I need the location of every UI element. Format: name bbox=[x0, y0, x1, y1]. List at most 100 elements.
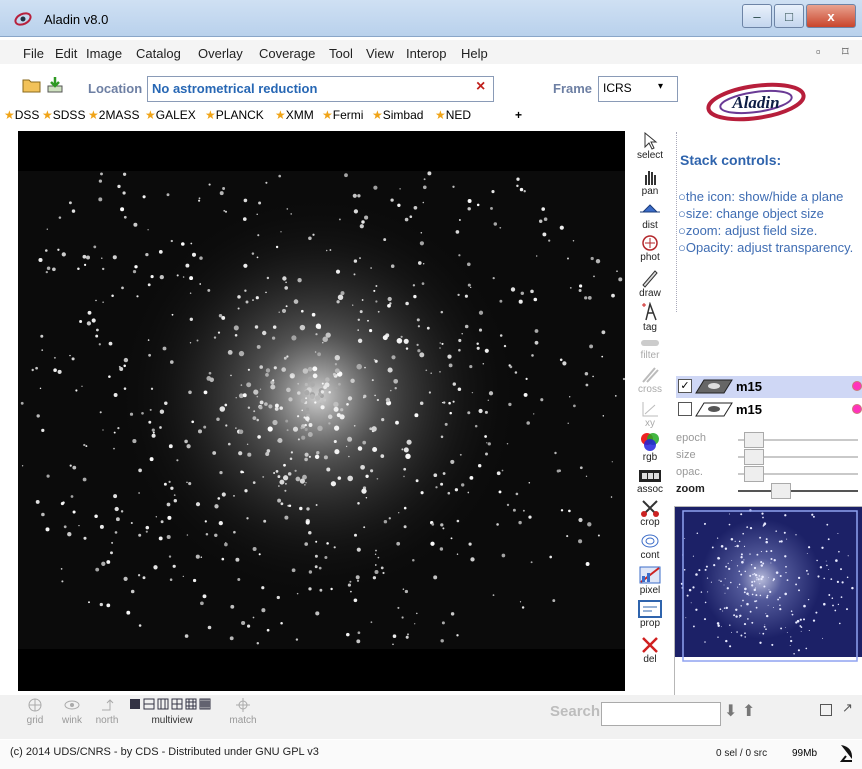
thumbnail-star bbox=[730, 538, 734, 541]
menu-interop[interactable]: Interop bbox=[406, 46, 446, 61]
star bbox=[396, 338, 403, 344]
slider-knob[interactable] bbox=[771, 483, 791, 499]
prop-tool[interactable]: prop bbox=[630, 600, 670, 629]
menu-file[interactable]: File bbox=[23, 46, 44, 61]
star bbox=[138, 492, 140, 494]
open-folder-icon[interactable] bbox=[22, 76, 42, 94]
svg-text:Aladin: Aladin bbox=[731, 93, 779, 112]
draw-tool[interactable]: draw bbox=[630, 268, 670, 299]
chevron-down-icon[interactable]: ▾ bbox=[658, 81, 663, 92]
epoch-slider[interactable]: epoch bbox=[676, 432, 858, 448]
slider-knob[interactable] bbox=[743, 432, 764, 448]
delete-tool[interactable]: del bbox=[630, 636, 670, 665]
thumbnail-star bbox=[817, 575, 820, 578]
star bbox=[94, 514, 98, 518]
thumbnail-star bbox=[713, 563, 716, 567]
close-button[interactable]: x bbox=[806, 4, 856, 28]
menu-view[interactable]: View bbox=[366, 46, 394, 61]
star bbox=[241, 620, 246, 626]
survey-planck[interactable]: ★PLANCK bbox=[205, 108, 264, 122]
survey-sdss[interactable]: ★SDSS bbox=[42, 108, 85, 122]
thumbnail-star bbox=[763, 625, 766, 628]
restore-panel-icon[interactable]: ▫ bbox=[816, 44, 821, 59]
rgb-tool[interactable]: rgb bbox=[630, 432, 670, 463]
plane-visibility-checkbox[interactable] bbox=[678, 402, 692, 416]
detach-panel-icon[interactable]: ⌑ bbox=[842, 44, 849, 60]
crop-tool[interactable]: crop bbox=[630, 499, 670, 528]
grid-label: grid bbox=[26, 715, 44, 726]
select-tool[interactable]: select bbox=[630, 132, 670, 161]
star bbox=[498, 490, 502, 494]
star bbox=[597, 534, 600, 537]
menu-catalog[interactable]: Catalog bbox=[136, 46, 181, 61]
match-button[interactable]: match bbox=[225, 698, 261, 726]
zoom-slider[interactable]: zoom bbox=[676, 483, 858, 499]
star bbox=[314, 554, 318, 558]
assoc-tool[interactable]: assoc bbox=[630, 468, 670, 495]
star bbox=[559, 225, 564, 230]
image-viewer[interactable] bbox=[18, 131, 625, 691]
clear-location-icon[interactable]: × bbox=[476, 78, 485, 96]
download-icon[interactable] bbox=[46, 76, 64, 94]
menu-overlay[interactable]: Overlay bbox=[198, 46, 243, 61]
search-up-icon[interactable]: ⬆ bbox=[742, 701, 755, 721]
survey-ned[interactable]: ★NED bbox=[435, 108, 471, 122]
star bbox=[214, 504, 219, 509]
opacity-slider[interactable]: opac. bbox=[676, 466, 858, 482]
pixel-tool[interactable]: pixel bbox=[630, 565, 670, 596]
zoom-thumbnail[interactable] bbox=[674, 506, 862, 696]
external-window-icon[interactable]: ↗ bbox=[842, 700, 853, 716]
pan-tool[interactable]: pan bbox=[630, 168, 670, 197]
dist-tool[interactable]: dist bbox=[630, 204, 670, 231]
menu-tool[interactable]: Tool bbox=[329, 46, 353, 61]
thumbnail-star bbox=[828, 569, 830, 571]
cont-tool[interactable]: cont bbox=[630, 532, 670, 561]
survey-dss[interactable]: ★DSS bbox=[4, 108, 39, 122]
filter-tool[interactable]: filter bbox=[630, 336, 670, 361]
search-down-icon[interactable]: ⬇ bbox=[724, 701, 737, 721]
survey-xmm[interactable]: ★XMM bbox=[275, 108, 314, 122]
xy-tool[interactable]: xy bbox=[630, 400, 670, 429]
minimize-button[interactable]: – bbox=[742, 4, 772, 28]
star bbox=[145, 530, 148, 533]
plane-row[interactable]: ✓ m15 bbox=[676, 376, 862, 398]
grid-button[interactable]: grid bbox=[20, 698, 50, 726]
menu-edit[interactable]: Edit bbox=[55, 46, 77, 61]
north-button[interactable]: north bbox=[90, 698, 124, 726]
slider-knob[interactable] bbox=[743, 449, 764, 465]
thumbnail-star bbox=[749, 526, 753, 530]
star bbox=[242, 393, 247, 398]
phot-tool[interactable]: phot bbox=[630, 234, 670, 263]
scissors-icon bbox=[641, 500, 659, 517]
size-slider[interactable]: size bbox=[676, 449, 858, 465]
slider-knob[interactable] bbox=[743, 466, 764, 482]
plane-visibility-checkbox[interactable]: ✓ bbox=[678, 379, 692, 393]
star bbox=[234, 334, 238, 337]
plane-row[interactable]: m15 bbox=[676, 399, 862, 421]
satellite-dish-icon[interactable] bbox=[838, 742, 856, 762]
star bbox=[403, 467, 407, 471]
cross-tool[interactable]: cross bbox=[630, 366, 670, 395]
search-input[interactable] bbox=[601, 702, 721, 726]
single-view-icon[interactable] bbox=[820, 704, 832, 716]
star bbox=[595, 259, 601, 264]
survey-fermi[interactable]: ★Fermi bbox=[322, 108, 363, 122]
tag-tool[interactable]: tag bbox=[630, 302, 670, 333]
survey-label: 2MASS bbox=[98, 108, 140, 122]
star bbox=[247, 624, 251, 628]
wink-button[interactable]: wink bbox=[55, 698, 89, 726]
star bbox=[523, 190, 526, 193]
menu-help[interactable]: Help bbox=[461, 46, 488, 61]
survey-2mass[interactable]: ★2MASS bbox=[88, 108, 139, 122]
menu-image[interactable]: Image bbox=[86, 46, 122, 61]
survey-simbad[interactable]: ★Simbad bbox=[372, 108, 423, 122]
maximize-button[interactable]: □ bbox=[774, 4, 804, 28]
add-survey-button[interactable]: + bbox=[515, 108, 522, 122]
survey-galex[interactable]: ★GALEX bbox=[145, 108, 196, 122]
star bbox=[461, 483, 465, 487]
star bbox=[514, 371, 518, 374]
star bbox=[601, 330, 606, 335]
multiview-selector[interactable]: multiview bbox=[130, 698, 214, 726]
menu-coverage[interactable]: Coverage bbox=[259, 46, 315, 61]
star bbox=[256, 642, 260, 645]
